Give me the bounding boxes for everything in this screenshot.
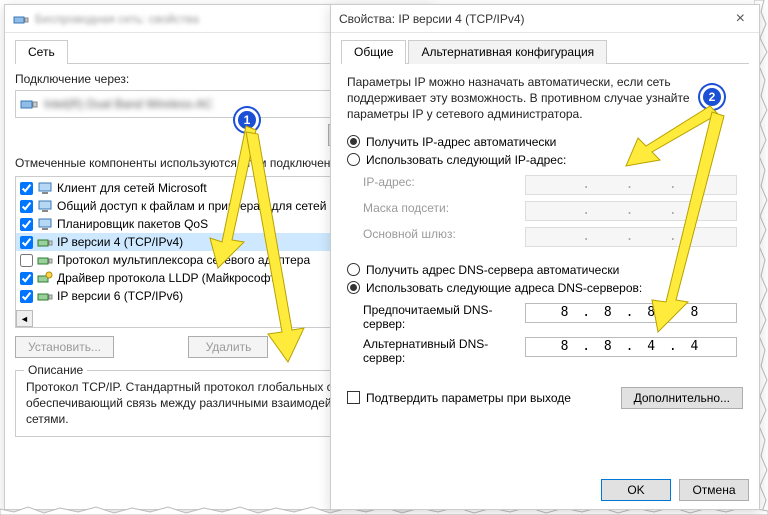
tab-general[interactable]: Общие — [341, 40, 406, 64]
radio-ip-auto[interactable]: Получить IP-адрес автоматически — [347, 135, 743, 149]
radio-ip-manual[interactable]: Использовать следующий IP-адрес: — [347, 153, 743, 167]
component-checkbox[interactable] — [20, 218, 33, 231]
component-label: Протокол мультиплексора сетевого адаптер… — [57, 253, 310, 267]
alt-dns-input[interactable]: 8 . 8 . 4 . 4 — [525, 337, 737, 357]
radio-dns-auto[interactable]: Получить адрес DNS-сервера автоматически — [347, 263, 743, 277]
component-label: Общий доступ к файлам и принтерам для се… — [57, 199, 326, 213]
adapter-titlebar-icon — [13, 11, 29, 27]
back-window-title: Беспроводная сеть: свойства — [35, 12, 199, 26]
install-button[interactable]: Установить... — [15, 336, 114, 358]
ipv4-properties-window: Свойства: IP версии 4 (TCP/IPv4) × Общие… — [330, 4, 760, 510]
preferred-dns-input[interactable]: 8 . 8 . 8 . 8 — [525, 303, 737, 323]
adapter-icon — [37, 288, 53, 304]
component-label: Планировщик пакетов QoS — [57, 217, 208, 231]
driver-icon — [37, 270, 53, 286]
subnet-mask-label: Маска подсети: — [363, 201, 513, 221]
front-window-title: Свойства: IP версии 4 (TCP/IPv4) — [339, 12, 525, 26]
ip-address-input: . . . — [525, 175, 737, 195]
gateway-input: . . . — [525, 227, 737, 247]
tab-network[interactable]: Сеть — [15, 40, 68, 64]
radio-dns-manual[interactable]: Использовать следующие адреса DNS-сервер… — [347, 281, 743, 295]
radio-icon — [347, 263, 360, 276]
component-checkbox[interactable] — [20, 290, 33, 303]
checkbox-icon — [347, 391, 360, 404]
radio-icon — [347, 281, 360, 294]
tab-alt-config[interactable]: Альтернативная конфигурация — [408, 40, 607, 64]
net-icon — [37, 198, 53, 214]
net-icon — [37, 216, 53, 232]
component-checkbox[interactable] — [20, 182, 33, 195]
radio-icon — [347, 153, 360, 166]
component-label: Драйвер протокола LLDP (Майкрософт) — [57, 271, 280, 285]
adapter-icon — [37, 252, 53, 268]
component-checkbox[interactable] — [20, 200, 33, 213]
confirm-on-exit-checkbox[interactable]: Подтвердить параметры при выходе — [347, 391, 571, 405]
alt-dns-label: Альтернативный DNS-сервер: — [363, 337, 513, 365]
component-label: IP версии 4 (TCP/IPv4) — [57, 235, 183, 249]
radio-dns-manual-label: Использовать следующие адреса DNS-сервер… — [366, 281, 642, 295]
net-icon — [37, 180, 53, 196]
front-tabstrip: Общие Альтернативная конфигурация — [341, 39, 749, 64]
adapter-icon — [20, 97, 38, 111]
description-legend: Описание — [24, 363, 87, 377]
component-checkbox[interactable] — [20, 254, 33, 267]
intro-text: Параметры IP можно назначать автоматичес… — [341, 72, 749, 131]
component-checkbox[interactable] — [20, 236, 33, 249]
radio-dns-auto-label: Получить адрес DNS-сервера автоматически — [366, 263, 619, 277]
component-checkbox[interactable] — [20, 272, 33, 285]
component-label: Клиент для сетей Microsoft — [57, 181, 207, 195]
advanced-button[interactable]: Дополнительно... — [621, 387, 743, 409]
scroll-left-button[interactable]: ◄ — [16, 310, 33, 327]
close-icon[interactable]: × — [730, 10, 751, 28]
component-label: IP версии 6 (TCP/IPv6) — [57, 289, 183, 303]
preferred-dns-label: Предпочитаемый DNS-сервер: — [363, 303, 513, 331]
cancel-button[interactable]: Отмена — [679, 479, 749, 501]
ok-button[interactable]: OK — [601, 479, 671, 501]
uninstall-button[interactable]: Удалить — [188, 336, 268, 358]
radio-ip-auto-label: Получить IP-адрес автоматически — [366, 135, 556, 149]
ip-address-label: IP-адрес: — [363, 175, 513, 195]
subnet-mask-input: . . . — [525, 201, 737, 221]
radio-icon — [347, 135, 360, 148]
confirm-on-exit-label: Подтвердить параметры при выходе — [366, 391, 571, 405]
gateway-label: Основной шлюз: — [363, 227, 513, 247]
titlebar-front: Свойства: IP версии 4 (TCP/IPv4) × — [331, 5, 759, 33]
adapter-icon — [37, 234, 53, 250]
radio-ip-manual-label: Использовать следующий IP-адрес: — [366, 153, 566, 167]
